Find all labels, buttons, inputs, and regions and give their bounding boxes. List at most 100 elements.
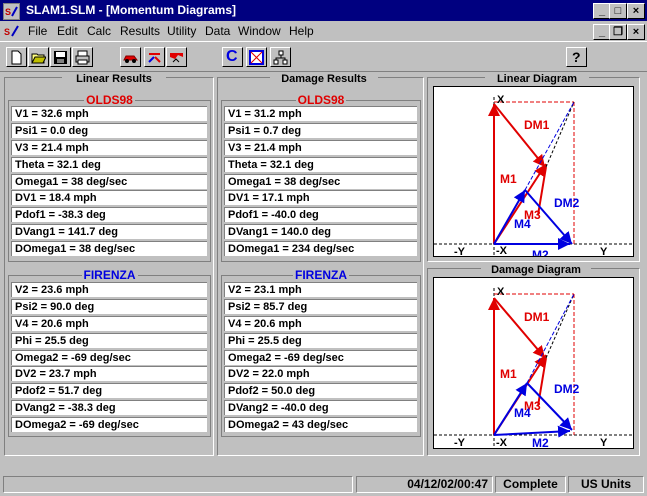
open-button[interactable] <box>28 47 49 67</box>
doc-icon[interactable]: S <box>4 24 20 38</box>
mdi-close-button[interactable]: × <box>627 24 645 40</box>
damage-button[interactable] <box>166 47 187 67</box>
y-axis-label-right: Y <box>600 437 608 448</box>
linear-result-row: DVang1 = 141.7 deg <box>11 224 207 239</box>
linear-result-row: Theta = 32.1 deg <box>11 157 207 172</box>
print-button[interactable] <box>72 47 93 67</box>
linear-vehicle1-header: OLDS98 <box>84 93 135 107</box>
menu-help[interactable]: Help <box>289 24 314 38</box>
damage-result-row: Pdof2 = 50.0 deg <box>224 383 417 398</box>
damage-result-row: Omega2 = -69 deg/sec <box>224 350 417 365</box>
linear-result-row: Omega2 = -69 deg/sec <box>11 350 207 365</box>
linear-result-row: V2 = 23.6 mph <box>11 282 207 297</box>
menu-bar: S File Edit Calc Results Utility Data Wi… <box>0 21 647 41</box>
damage-result-row: Omega1 = 38 deg/sec <box>224 174 417 189</box>
help-label: ? <box>572 49 581 65</box>
damage-vehicle1-header: OLDS98 <box>295 93 347 107</box>
damage-vehicle2-header: FIRENZA <box>293 268 349 282</box>
status-bar: 04/12/02/00:47 Complete US Units <box>0 468 647 496</box>
close-button[interactable]: × <box>627 3 645 19</box>
linear-result-row: Pdof2 = 51.7 deg <box>11 383 207 398</box>
damage-result-row: Pdof1 = -40.0 deg <box>224 207 417 222</box>
dm1-label: DM1 <box>524 310 550 324</box>
title-bar: S SLAM1.SLM - [Momentum Diagrams] _ □ × <box>0 0 647 21</box>
linear-result-row: DV1 = 18.4 mph <box>11 190 207 205</box>
damage-result-row: DOmega2 = 43 deg/sec <box>224 417 417 432</box>
menu-utility[interactable]: Utility <box>167 24 196 38</box>
damage-result-row: Psi1 = 0.7 deg <box>224 123 417 138</box>
linear-momentum-diagram: X -X -Y Y DM1 DM2 M1 M2 M3 M4 <box>434 94 633 262</box>
x-axis-label-top: X <box>497 286 505 298</box>
status-units: US Units <box>568 476 644 493</box>
damage-results-title: Damage Results <box>270 73 378 85</box>
linear-result-row: Psi2 = 90.0 deg <box>11 299 207 314</box>
save-button[interactable] <box>50 47 71 67</box>
x-axis-label-bottom: -X <box>496 245 508 256</box>
damage-result-row: DV1 = 17.1 mph <box>224 190 417 205</box>
open-folder-icon <box>31 53 46 64</box>
damage-result-row: Psi2 = 85.7 deg <box>224 299 417 314</box>
status-date: 04/12/02/00:47 <box>356 476 493 493</box>
vehicle-button[interactable] <box>120 47 141 67</box>
svg-text:S: S <box>4 27 10 37</box>
x-axis-label-top: X <box>497 94 505 106</box>
calc-label: C <box>226 48 238 65</box>
printer-icon <box>75 50 90 65</box>
y-axis-label-right: Y <box>600 246 608 256</box>
linear-vehicle2-header: FIRENZA <box>81 268 138 282</box>
linear-result-row: DOmega1 = 38 deg/sec <box>11 241 207 256</box>
linear-diagram-canvas: X -X -Y Y DM1 DM2 M1 M2 M3 M4 <box>433 86 634 262</box>
svg-text:S: S <box>5 7 11 17</box>
linear-result-row: Omega1 = 38 deg/sec <box>11 174 207 189</box>
toolbar: C ? <box>0 41 647 72</box>
m4-label: M4 <box>514 406 531 420</box>
linear-result-row: V4 = 20.6 mph <box>11 316 207 331</box>
menu-window[interactable]: Window <box>238 24 281 38</box>
damage-result-row: V4 = 20.6 mph <box>224 316 417 331</box>
menu-calc[interactable]: Calc <box>87 24 111 38</box>
menu-data[interactable]: Data <box>205 24 230 38</box>
linear-result-row: Pdof1 = -38.3 deg <box>11 207 207 222</box>
linear-result-row: Phi = 25.5 deg <box>11 333 207 348</box>
tree-button[interactable] <box>270 47 291 67</box>
linear-result-row: DV2 = 23.7 mph <box>11 366 207 381</box>
crush-button[interactable] <box>246 47 267 67</box>
car-icon <box>123 55 138 63</box>
help-button[interactable]: ? <box>566 47 587 67</box>
app-icon[interactable]: S <box>3 3 20 20</box>
linear-result-row: Psi1 = 0.0 deg <box>11 123 207 138</box>
damage-result-row: DV2 = 22.0 mph <box>224 366 417 381</box>
m2-label: M2 <box>532 248 549 256</box>
damage-result-row: V1 = 31.2 mph <box>224 106 417 121</box>
damage-result-row: Theta = 32.1 deg <box>224 157 417 172</box>
x-axis-label-bottom: -X <box>496 437 508 448</box>
status-state: Complete <box>495 476 566 493</box>
menu-edit[interactable]: Edit <box>57 24 78 38</box>
calc-button[interactable]: C <box>222 47 243 67</box>
damage-result-row: DVang1 = 140.0 deg <box>224 224 417 239</box>
damage-result-row: V3 = 21.4 mph <box>224 140 417 155</box>
menu-results[interactable]: Results <box>120 24 160 38</box>
maximize-button[interactable]: □ <box>609 3 627 19</box>
m1-label: M1 <box>500 367 517 381</box>
dm1-label: DM1 <box>524 118 550 132</box>
damage-momentum-diagram: X -X -Y Y DM1 DM2 M1 M2 M3 M4 <box>434 286 633 450</box>
tree-diagram-icon <box>273 50 288 65</box>
linear-result-row: V1 = 32.6 mph <box>11 106 207 121</box>
new-file-icon <box>11 50 22 65</box>
impact-button[interactable] <box>144 47 165 67</box>
dm2-label: DM2 <box>554 196 580 210</box>
new-button[interactable] <box>6 47 27 67</box>
damage-diagram-canvas: X -X -Y Y DM1 DM2 M1 M2 M3 M4 <box>433 277 634 450</box>
status-message-pane <box>3 476 353 493</box>
mdi-restore-button[interactable]: ❐ <box>609 24 627 40</box>
floppy-disk-icon <box>54 51 67 64</box>
linear-results-title: Linear Results <box>62 73 166 85</box>
menu-file[interactable]: File <box>28 24 47 38</box>
m1-label: M1 <box>500 172 517 186</box>
damage-result-row: V2 = 23.1 mph <box>224 282 417 297</box>
damage-result-row: DVang2 = -40.0 deg <box>224 400 417 415</box>
m2-label: M2 <box>532 436 549 448</box>
crush-box-icon <box>249 50 264 65</box>
y-axis-label-left: -Y <box>454 246 466 256</box>
